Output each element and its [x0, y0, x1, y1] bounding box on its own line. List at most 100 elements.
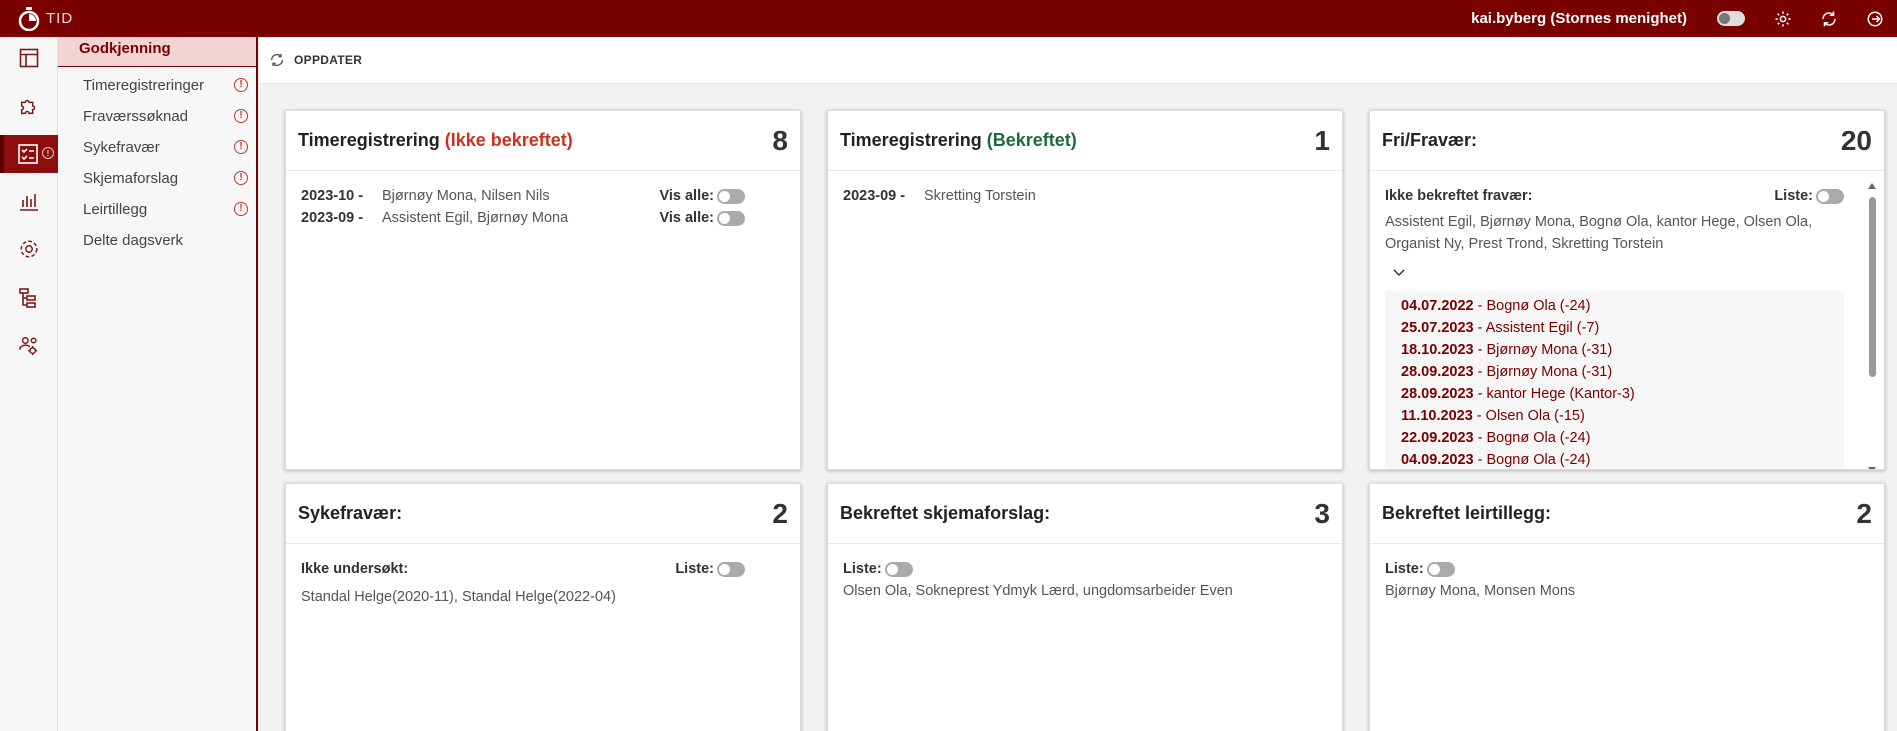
users-settings-icon — [19, 337, 38, 356]
entry-text: - Olsen Ola (-15) — [1472, 408, 1585, 424]
toggle-label: Liste: — [843, 561, 882, 577]
toggle-switch[interactable] — [1426, 561, 1455, 577]
card-count: 1 — [1314, 124, 1330, 156]
list-toggle[interactable]: Liste: — [675, 561, 745, 577]
rail-settings[interactable] — [0, 230, 58, 268]
list-item[interactable]: 22.09.2023 - Bognø Ola (-24) — [1401, 427, 1828, 449]
list-item[interactable]: 11.10.2023 - Olsen Ola (-15) — [1401, 405, 1828, 427]
submenu-item-label: Fraværssøknad — [83, 107, 189, 125]
submenu-item-label: Delte dagsverk — [83, 231, 184, 249]
show-all-toggle[interactable]: Vis alle: — [659, 188, 745, 204]
card-title: Timeregistrering (Ikke bekreftet) — [298, 130, 573, 151]
card-title: Bekreftet leirtillegg: — [1382, 503, 1552, 523]
status-confirmed: (Bekreftet) — [986, 130, 1077, 150]
submenu-item-sykefravaer[interactable]: Sykefravær ! — [83, 136, 248, 158]
show-all-toggle[interactable]: Vis alle: — [659, 210, 745, 226]
action-bar: OPPDATER — [260, 37, 1897, 84]
toggle-switch[interactable] — [884, 561, 913, 577]
card-count: 2 — [1856, 497, 1872, 529]
bar-chart-icon — [20, 194, 38, 211]
gear-icon[interactable] — [1773, 9, 1793, 29]
list-toggle[interactable]: Liste: — [1385, 561, 1455, 577]
card-sick-leave: Sykefravær: 2 Ikke undersøkt: Liste: Sta… — [285, 483, 801, 731]
list-item: 2023-09 - Assistent Egil, Bjørnøy Mona V… — [301, 207, 785, 229]
entry-text: - Bognø Ola (-24) — [1473, 430, 1591, 446]
list-toggle[interactable]: Liste: — [843, 561, 913, 577]
toggle-label: Liste: — [1385, 561, 1424, 577]
warning-icon: ! — [234, 109, 248, 123]
list-item[interactable]: 04.09.2023 - Bognø Ola (-24) — [1401, 449, 1828, 469]
names-text: Standal Helge(2020-11), Standal Helge(20… — [301, 589, 616, 605]
list-item[interactable]: 25.07.2023 - Assistent Egil (-7) — [1401, 317, 1828, 339]
card-count: 20 — [1840, 124, 1872, 156]
list-item[interactable]: 04.07.2022 - Bognø Ola (-24) — [1401, 295, 1828, 317]
rail-hierarchy[interactable] — [0, 279, 58, 317]
icon-rail: ! — [0, 37, 58, 731]
toggle-label: Liste: — [1774, 188, 1813, 204]
names-text: Bjørnøy Mona, Nilsen Nils — [382, 188, 550, 204]
names-text: Olsen Ola, Sokneprest Ydmyk Lærd, ungdom… — [843, 583, 1233, 599]
entry-text: - Bognø Ola (-24) — [1473, 298, 1591, 314]
layout-icon — [19, 48, 39, 68]
entry-date: 04.09.2023 — [1401, 452, 1474, 468]
month-label: 2023-09 - — [843, 188, 906, 204]
entry-date: 04.07.2022 — [1401, 298, 1474, 314]
submenu-title: Godkjenning — [58, 37, 256, 67]
app-logo[interactable]: TID — [18, 6, 74, 31]
refresh-button[interactable]: OPPDATER — [269, 52, 362, 68]
names-text: Assistent Egil, Bjørnøy Mona, Bognø Ola,… — [1385, 214, 1813, 252]
chevron-down-icon — [1393, 269, 1405, 277]
logout-icon[interactable] — [1865, 9, 1885, 29]
entry-text: - Bjørnøy Mona (-31) — [1473, 342, 1613, 358]
scrollbar-thumb[interactable] — [1869, 197, 1876, 377]
submenu-item-fravaerssoknad[interactable]: Fraværssøknad ! — [83, 105, 248, 127]
scroll-up-arrow[interactable] — [1868, 183, 1876, 189]
rail-dashboard[interactable] — [0, 39, 58, 77]
list-item[interactable]: 18.10.2023 - Bjørnøy Mona (-31) — [1401, 339, 1828, 361]
toggle-switch[interactable] — [1816, 188, 1844, 204]
refresh-label: OPPDATER — [294, 53, 363, 67]
rail-user-admin[interactable] — [0, 327, 58, 365]
submenu-item-leirtillegg[interactable]: Leirtillegg ! — [83, 198, 248, 220]
entry-text: - Bjørnøy Mona (-31) — [1473, 364, 1613, 380]
submenu-item-delte-dagsverk[interactable]: Delte dagsverk — [83, 229, 248, 251]
card-title-text: Timeregistrering — [298, 130, 445, 150]
top-bar: TID kai.byberg (Stornes menighet) — [0, 0, 1897, 37]
approval-submenu: Godkjenning Timeregistreringer ! Fraværs… — [58, 37, 258, 731]
list-item[interactable]: 28.09.2023 - Bjørnøy Mona (-31) — [1401, 361, 1828, 383]
toggle-label: Liste: — [675, 561, 714, 577]
sync-icon[interactable] — [1819, 9, 1839, 29]
submenu-item-skjemaforslag[interactable]: Skjemaforslag ! — [83, 167, 248, 189]
stopwatch-icon — [18, 6, 40, 31]
puzzle-icon — [20, 99, 36, 115]
submenu-item-label: Leirtillegg — [83, 200, 148, 218]
user-name[interactable]: kai.byberg (Stornes menighet) — [1471, 10, 1687, 27]
card-count: 3 — [1314, 497, 1330, 529]
submenu-item-timeregistreringer[interactable]: Timeregistreringer ! — [83, 74, 248, 96]
names-text: Assistent Egil, Bjørnøy Mona — [382, 210, 569, 226]
theme-toggle[interactable] — [1717, 11, 1745, 26]
warning-icon: ! — [234, 78, 248, 92]
approval-warning-icon: ! — [42, 147, 54, 159]
entry-date: 22.09.2023 — [1401, 430, 1474, 446]
rail-approval[interactable]: ! — [0, 135, 58, 173]
entry-date: 28.09.2023 — [1401, 364, 1474, 380]
list-item: 2023-10 - Bjørnøy Mona, Nilsen Nils Vis … — [301, 185, 785, 207]
toggle-switch[interactable] — [717, 210, 745, 226]
leave-entries-list: 04.07.2022 - Bognø Ola (-24) 25.07.2023 … — [1385, 291, 1844, 469]
card-title: Fri/Fravær: — [1382, 130, 1478, 150]
expand-toggle[interactable] — [1385, 265, 1844, 283]
scrollbar[interactable] — [1866, 183, 1878, 469]
list-item[interactable]: 28.09.2023 - kantor Hege (Kantor-3) — [1401, 383, 1828, 405]
app-name: TID — [46, 10, 74, 27]
entry-date: 11.10.2023 — [1401, 408, 1473, 424]
toggle-switch[interactable] — [717, 188, 745, 204]
rail-modules[interactable] — [0, 87, 58, 125]
card-confirmed-camp: Bekreftet leirtillegg: 2 Liste: Bjørnøy … — [1369, 483, 1885, 731]
card-time-unconfirmed: Timeregistrering (Ikke bekreftet) 8 2023… — [285, 110, 801, 470]
names-text: Skretting Torstein — [924, 188, 1036, 204]
rail-reports[interactable] — [0, 182, 58, 220]
toggle-switch[interactable] — [717, 561, 745, 577]
refresh-icon — [271, 54, 283, 66]
list-toggle[interactable]: Liste: — [1774, 188, 1844, 204]
